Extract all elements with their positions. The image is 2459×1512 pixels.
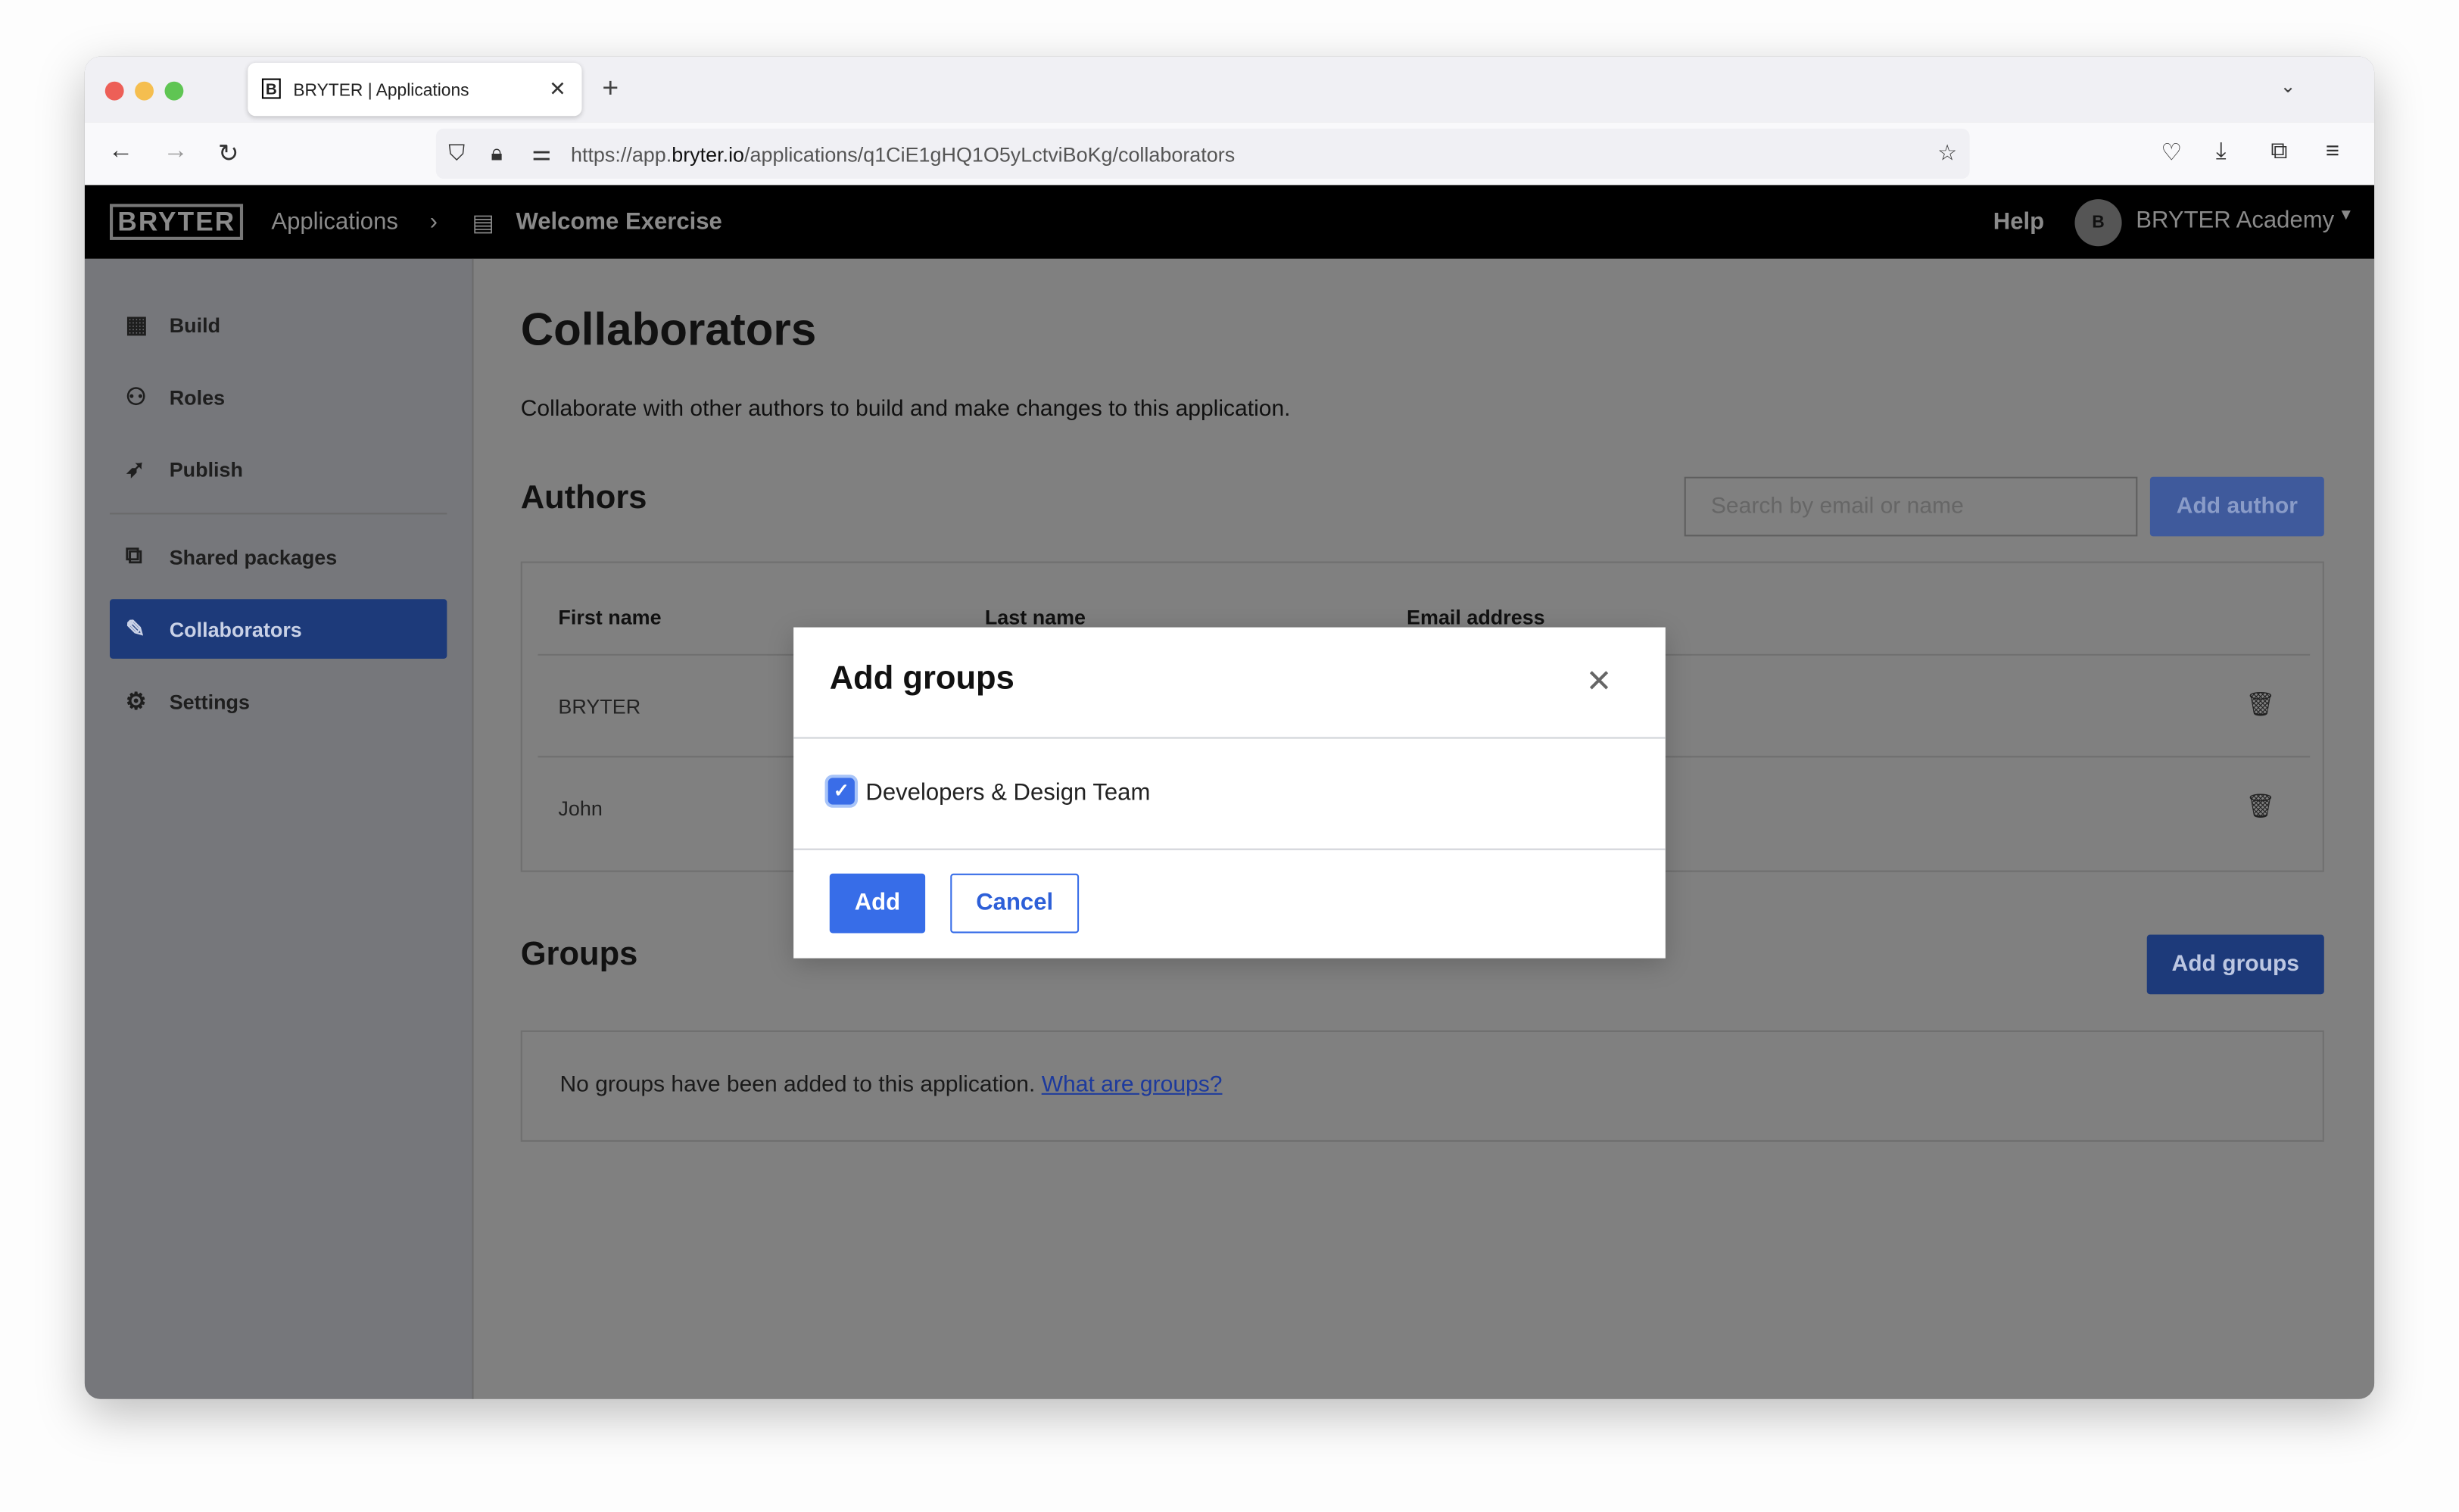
page-title: Collaborators — [520, 305, 817, 357]
sidebar-item-label: Roles — [169, 385, 226, 410]
app-header: BRYTER Applications › ▤ Welcome Exercise… — [84, 185, 2375, 259]
sidebar-item-publish[interactable]: ➶ Publish — [110, 439, 447, 499]
sidebar-item-label: Build — [169, 313, 221, 338]
shield-icon[interactable]: ⛉ — [448, 139, 465, 166]
sidebar: ▦ Build ⚇ Roles ➶ Publish ⧉ Shared packages … — [84, 258, 474, 1399]
maximize-window-button[interactable] — [164, 81, 184, 101]
trash-icon[interactable]: 🗑︎ — [2246, 690, 2275, 718]
download-icon[interactable]: ⤓ — [2216, 138, 2227, 164]
pocket-icon[interactable]: ♡ — [2161, 138, 2182, 166]
first-name-cell: BRYTER — [558, 694, 641, 719]
sidebar-item-shared-packages[interactable]: ⧉ Shared packages — [110, 527, 447, 587]
sidebar-item-roles[interactable]: ⚇ Roles — [110, 367, 447, 427]
sidebar-item-label: Publish — [169, 457, 243, 482]
groups-empty-text: No groups have been added to this applic… — [559, 1072, 1036, 1098]
url-prefix: https://app. — [570, 142, 672, 167]
group-option-label[interactable]: Developers & Design Team — [865, 779, 1150, 806]
sidebar-item-build[interactable]: ▦ Build — [110, 295, 447, 354]
sidebar-item-collaborators[interactable]: ✎ Collaborators — [109, 599, 447, 659]
favicon-icon: B — [261, 78, 281, 99]
breadcrumb-applications[interactable]: Applications — [271, 208, 398, 235]
sidebar-item-label: Settings — [169, 690, 250, 714]
browser-toolbar: ← → ↻ ⛉ 🔒︎ ⚌ https://app.bryter.io/appli… — [84, 122, 2375, 185]
tab-list-chevron-icon[interactable]: ⌄ — [2280, 75, 2296, 97]
groups-empty-state: No groups have been added to this applic… — [520, 1030, 2324, 1142]
reload-icon[interactable]: ↻ — [218, 138, 239, 169]
address-bar[interactable]: ⛉ 🔒︎ ⚌ https://app.bryter.io/application… — [435, 128, 1970, 179]
gear-icon: ⚙ — [125, 688, 147, 715]
extensions-icon[interactable]: ⧉ — [2270, 138, 2287, 164]
account-menu[interactable]: BRYTER Academy — [2136, 207, 2334, 233]
tab-bar: B BRYTER | Applications ✕ + ⌄ — [84, 56, 2375, 123]
authors-heading: Authors — [520, 479, 647, 516]
sidebar-item-settings[interactable]: ⚙ Settings — [110, 672, 447, 731]
add-groups-modal: Add groups ✕ ✓ Developers & Design Team … — [793, 627, 1666, 959]
close-tab-icon[interactable]: ✕ — [549, 76, 566, 101]
cancel-button[interactable]: Cancel — [950, 873, 1080, 934]
permissions-icon[interactable]: ⚌ — [531, 139, 551, 166]
minimize-window-button[interactable] — [135, 81, 154, 101]
help-link[interactable]: Help — [1993, 208, 2044, 235]
browser-tab[interactable]: B BRYTER | Applications ✕ — [248, 62, 582, 117]
account-caret-icon[interactable]: ▼ — [2338, 207, 2354, 224]
add-groups-button[interactable]: Add groups — [2146, 934, 2324, 995]
browser-window: B BRYTER | Applications ✕ + ⌄ ← → ↻ ⛉ 🔒︎… — [84, 56, 2375, 1399]
breadcrumb-current: Welcome Exercise — [516, 208, 722, 235]
menu-icon[interactable]: ≡ — [2326, 138, 2339, 164]
groups-heading: Groups — [520, 936, 638, 973]
bryter-logo[interactable]: BRYTER — [109, 204, 244, 240]
sidebar-item-label: Collaborators — [169, 618, 302, 642]
modal-body: ✓ Developers & Design Team — [793, 739, 1666, 850]
modal-title: Add groups — [829, 660, 1014, 697]
grid-icon: ▦ — [125, 312, 148, 339]
group-checkbox[interactable]: ✓ — [827, 778, 855, 805]
avatar[interactable]: B — [2074, 199, 2122, 247]
first-name-cell: John — [558, 797, 603, 821]
trash-icon[interactable]: 🗑︎ — [2246, 792, 2275, 820]
sidebar-divider — [109, 513, 447, 515]
package-icon: ⧉ — [125, 542, 142, 569]
tab-title: BRYTER | Applications — [293, 81, 469, 101]
close-icon[interactable]: ✕ — [1586, 662, 1613, 701]
collaborators-icon: ✎ — [125, 616, 145, 644]
close-window-button[interactable] — [104, 81, 124, 101]
app-icon: ▤ — [472, 210, 494, 237]
bookmark-star-icon[interactable]: ☆ — [1937, 139, 1957, 166]
column-header[interactable]: Last name — [985, 606, 1086, 629]
users-icon: ⚇ — [125, 384, 147, 411]
sidebar-item-label: Shared packages — [169, 545, 338, 569]
add-author-button[interactable]: Add author — [2149, 476, 2324, 537]
breadcrumb-chevron-icon: › — [429, 208, 438, 235]
column-header[interactable]: Email address — [1407, 606, 1545, 629]
back-icon[interactable]: ← — [108, 138, 133, 166]
page-description: Collaborate with other authors to build … — [520, 397, 1291, 422]
column-header[interactable]: First name — [558, 606, 661, 629]
modal-header: Add groups ✕ — [793, 628, 1666, 739]
forward-icon[interactable]: → — [163, 138, 188, 166]
new-tab-icon[interactable]: + — [602, 72, 619, 104]
url-path: /applications/q1CiE1gHQ1O5yLctviBoKg/col… — [744, 142, 1236, 167]
search-input[interactable]: Search by email or name — [1684, 476, 2138, 537]
add-button[interactable]: Add — [829, 873, 926, 934]
what-are-groups-link[interactable]: What are groups? — [1042, 1073, 1223, 1098]
url-domain: bryter.io — [672, 142, 745, 167]
lock-icon[interactable]: 🔒︎ — [491, 139, 502, 166]
rocket-icon: ➶ — [125, 456, 145, 483]
